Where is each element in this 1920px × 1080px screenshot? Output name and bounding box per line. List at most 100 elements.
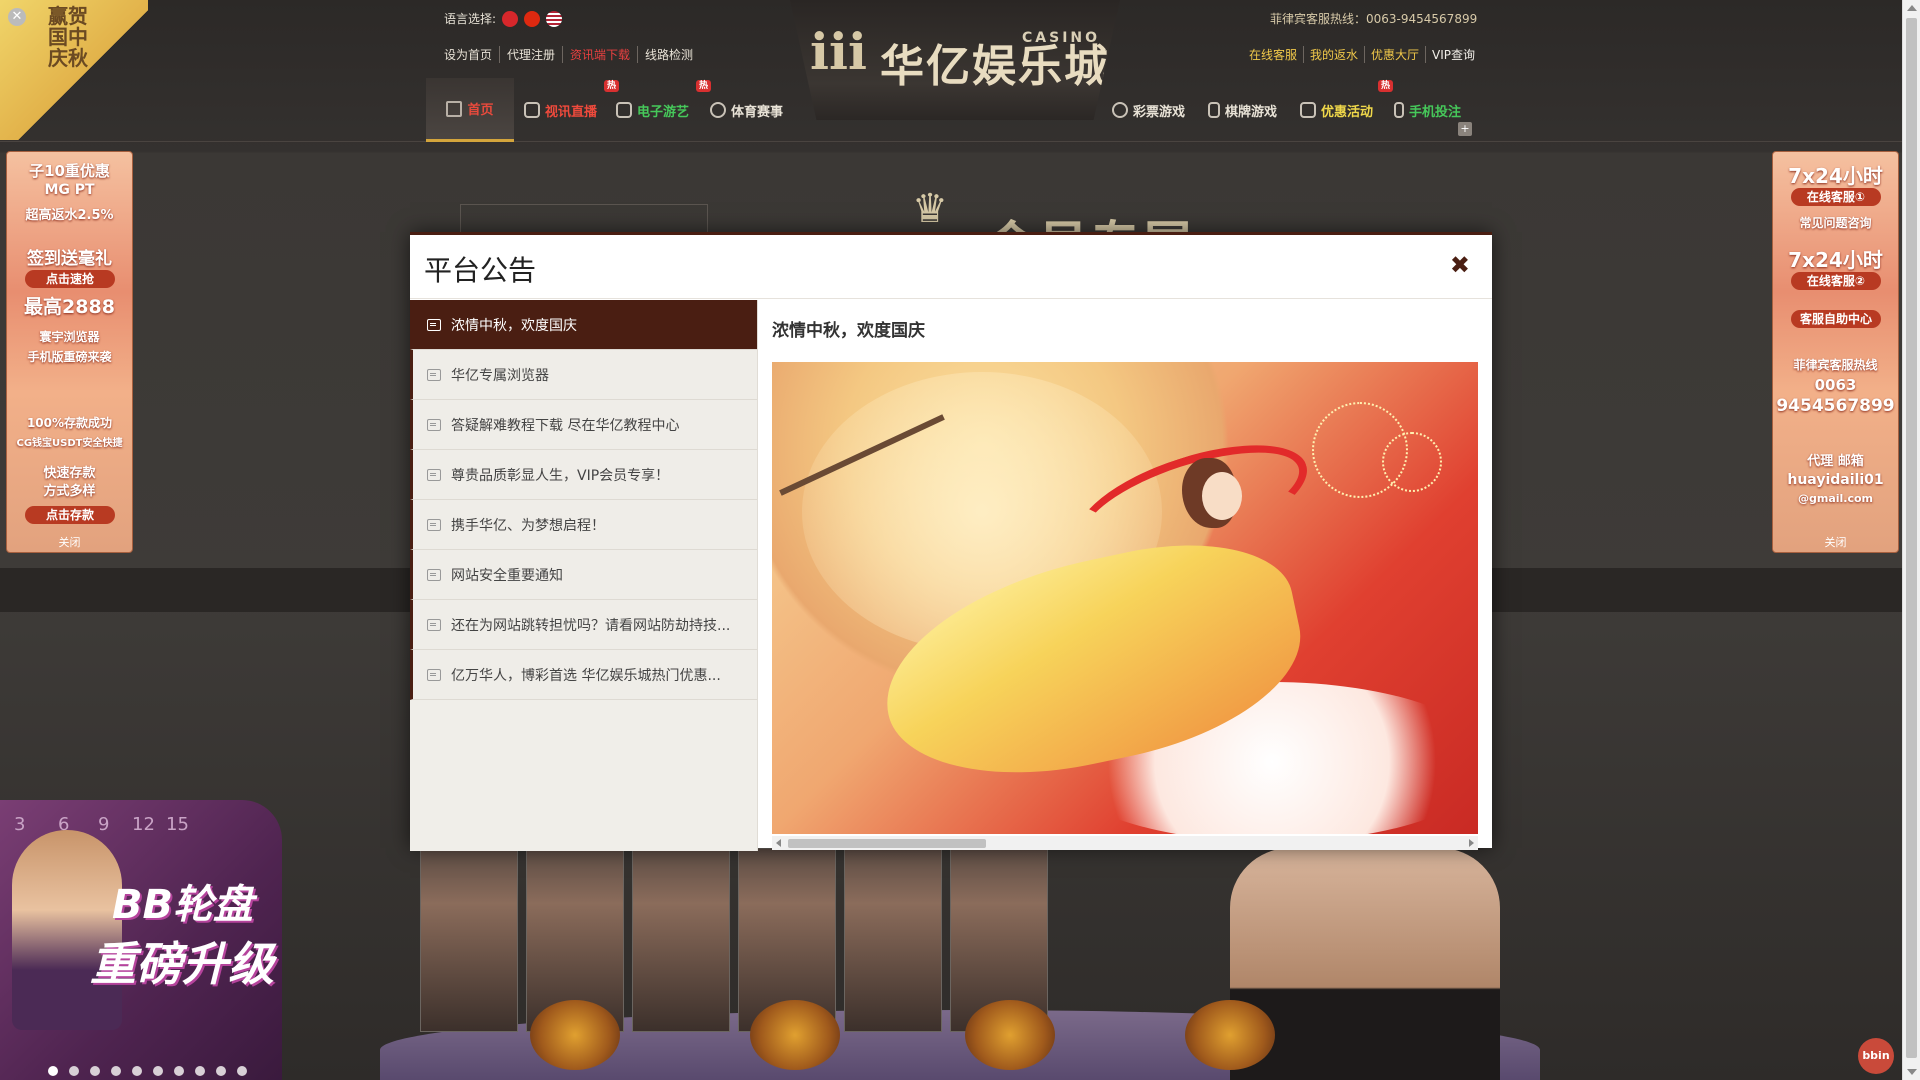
line-check-link[interactable]: 线路检测 [638, 46, 700, 63]
nav-item-live[interactable]: 热 视讯直播 [524, 78, 620, 142]
nav-item-cards[interactable]: 棋牌游戏 [1208, 78, 1277, 142]
texas-holdem-chip-icon[interactable] [750, 1000, 840, 1070]
carousel-dot[interactable] [48, 1066, 58, 1076]
carousel-dot[interactable] [216, 1066, 226, 1076]
cards-icon [1208, 102, 1220, 118]
nav-label: 手机投注 [1409, 104, 1462, 120]
nav-item-home[interactable]: 首页 [426, 78, 514, 142]
carousel-dots [48, 1066, 247, 1076]
hk-flag-icon[interactable] [502, 10, 519, 27]
ad-text: 代理 邮箱 [1807, 454, 1864, 469]
horizontal-scrollbar[interactable] [772, 836, 1478, 850]
dealer-card[interactable] [844, 848, 942, 1032]
logo-mark: ⅲ [810, 22, 867, 81]
message-icon [427, 568, 441, 581]
notice-item[interactable]: 答疑解难教程下载 尽在华亿教程中心 [410, 400, 757, 450]
grab-now-button[interactable]: 点击速抢 [25, 270, 115, 288]
notice-title: 亿万华人，博彩首选 华亿娱乐城热门优惠... [451, 667, 721, 684]
notice-title: 浓情中秋，欢度国庆 [451, 317, 577, 334]
left-floating-ad[interactable]: 子10重优惠 MG PT 超高返水2.5% 签到送毫礼 点击速抢 最高2888 … [6, 151, 133, 553]
ad-text: 100%存款成功 [26, 416, 113, 430]
online-service-2-button[interactable]: 在线客服② [1791, 272, 1881, 290]
carousel-dot[interactable] [237, 1066, 247, 1076]
promo-hall-link[interactable]: 优惠大厅 [1365, 46, 1427, 63]
ad-close-button[interactable]: 关闭 [1773, 534, 1898, 550]
notice-item[interactable]: 亿万华人，博彩首选 华亿娱乐城热门优惠... [410, 650, 757, 700]
scroll-left-icon[interactable] [776, 839, 781, 847]
us-flag-icon[interactable] [546, 10, 563, 27]
vip-query-link[interactable]: VIP查询 [1426, 46, 1481, 63]
self-service-button[interactable]: 客服自助中心 [1791, 310, 1881, 328]
promo-subtitle: 重磅升级 [90, 937, 274, 991]
nav-label: 优惠活动 [1321, 104, 1374, 120]
page-scrollbar[interactable] [1902, 0, 1920, 1080]
notice-item[interactable]: 尊贵品质彰显人生，VIP会员专享！ [410, 450, 757, 500]
soccer-icon [710, 102, 726, 118]
carousel-dot[interactable] [69, 1066, 79, 1076]
hot-badge: 热 [696, 80, 712, 92]
notice-item[interactable]: 浓情中秋，欢度国庆 [410, 300, 757, 350]
scroll-down-icon[interactable] [1907, 1069, 1917, 1075]
nav-item-mobile[interactable]: 手机投注 [1394, 78, 1461, 142]
dealer-card[interactable] [420, 848, 518, 1032]
ad-text: 签到送毫礼 [27, 249, 112, 269]
ad-text: 方式多样 [43, 484, 96, 499]
language-label: 语言选择: [444, 12, 497, 26]
nav-item-slots[interactable]: 热 电子游艺 [616, 78, 712, 142]
carousel-dot[interactable] [195, 1066, 205, 1076]
nav-item-promotions[interactable]: 热 优惠活动 [1300, 78, 1394, 142]
ad-text: MG PT [44, 182, 95, 198]
texas-holdem-chip-icon[interactable] [965, 1000, 1055, 1070]
nav-label: 首页 [467, 103, 494, 118]
scroll-right-icon[interactable] [1469, 839, 1474, 847]
scroll-thumb[interactable] [788, 839, 986, 848]
ad-text: 最高2888 [24, 296, 115, 318]
scroll-thumb[interactable] [1906, 18, 1917, 1058]
notice-item[interactable]: 还在为网站跳转担忧吗？请看网站防劫持技... [410, 600, 757, 650]
texas-holdem-chip-icon[interactable] [1185, 1000, 1275, 1070]
close-icon[interactable]: ✖ [1450, 251, 1470, 279]
notice-item[interactable]: 网站安全重要通知 [410, 550, 757, 600]
right-floating-ad[interactable]: 7x24小时 在线客服① 常见问题咨询 7x24小时 在线客服② 客服自助中心 … [1772, 151, 1899, 553]
notice-detail-title: 浓情中秋，欢度国庆 [772, 321, 925, 341]
deposit-button[interactable]: 点击存款 [25, 506, 115, 524]
roulette-number: 9 [98, 814, 110, 835]
carousel-dot[interactable] [153, 1066, 163, 1076]
dealer-card[interactable] [632, 848, 730, 1032]
faq-link[interactable]: 常见问题咨询 [1773, 214, 1898, 231]
online-service-1-button[interactable]: 在线客服① [1791, 188, 1881, 206]
bbin-logo[interactable]: bbin [1858, 1038, 1894, 1074]
main-nav: 首页 热 视讯直播 热 电子游艺 体育赛事 彩票游戏 棋牌游戏 热 优惠活动 手… [0, 78, 1902, 142]
carousel-dot[interactable] [132, 1066, 142, 1076]
language-selector: 语言选择: [444, 10, 563, 27]
ad-text: 9454567899 [1776, 396, 1895, 416]
ad-text: huayidaili01 [1787, 472, 1884, 488]
online-service-link[interactable]: 在线客服 [1243, 46, 1305, 63]
ad-text: @gmail.com [1797, 492, 1874, 505]
nav-label: 彩票游戏 [1133, 104, 1186, 120]
nav-label: 棋牌游戏 [1225, 104, 1278, 120]
ad-text: 7x24小时 [1788, 248, 1883, 272]
texas-holdem-chip-icon[interactable] [530, 1000, 620, 1070]
nav-expand-button[interactable]: + [1458, 122, 1472, 136]
scroll-up-icon[interactable] [1907, 5, 1917, 11]
ad-text: 手机版重磅来袭 [27, 350, 112, 364]
nav-item-lottery[interactable]: 彩票游戏 [1112, 78, 1185, 142]
cn-flag-icon[interactable] [524, 10, 541, 27]
ad-close-button[interactable]: 关闭 [7, 534, 132, 550]
agent-register-link[interactable]: 代理注册 [500, 46, 564, 63]
notice-item[interactable]: 携手华亿、为梦想启程！ [410, 500, 757, 550]
carousel-dot[interactable] [111, 1066, 121, 1076]
my-rebate-link[interactable]: 我的返水 [1304, 46, 1366, 63]
client-download-link[interactable]: 资讯端下载 [563, 46, 639, 63]
nav-item-sports[interactable]: 体育赛事 [710, 78, 783, 142]
notice-item[interactable]: 华亿专属浏览器 [410, 350, 757, 400]
carousel-dot[interactable] [90, 1066, 100, 1076]
carousel-dot[interactable] [174, 1066, 184, 1076]
bb-roulette-promo[interactable]: 3 6 9 12 15 BB轮盘 重磅升级 [0, 800, 282, 1080]
quick-links: 设为首页 代理注册 资讯端下载 线路检测 [444, 46, 700, 63]
ad-text: 菲律宾客服热线 [1793, 358, 1878, 372]
roulette-number: 3 [14, 814, 26, 835]
gamepad-icon [616, 102, 632, 118]
set-homepage-link[interactable]: 设为首页 [444, 46, 501, 63]
